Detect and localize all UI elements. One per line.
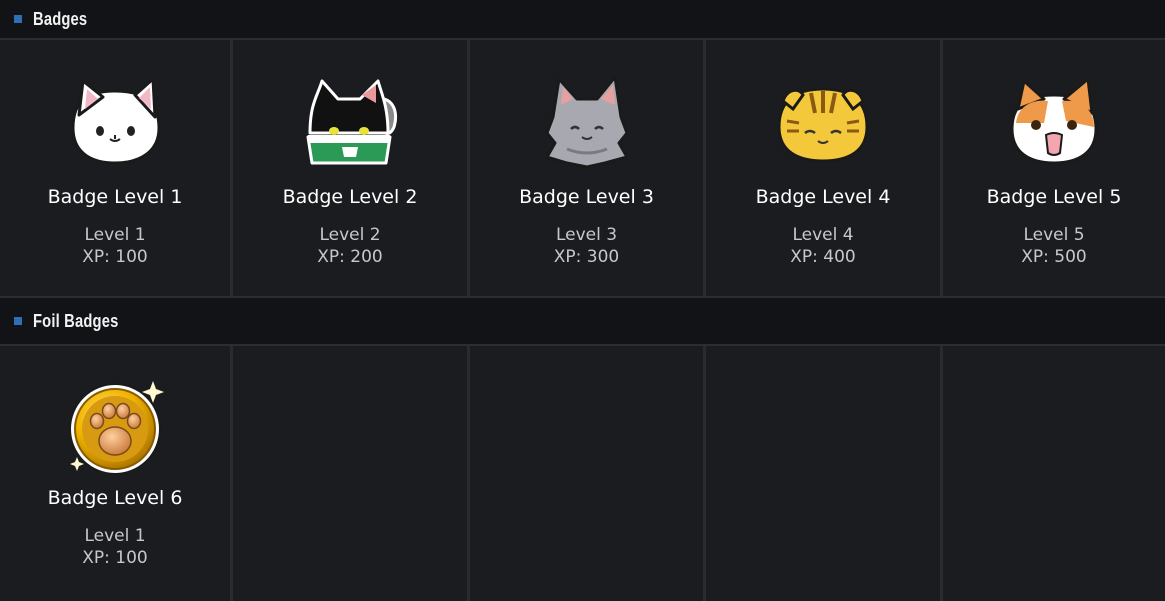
- foil-badges-grid: Badge Level 6 Level 1 XP: 100: [0, 346, 1165, 601]
- badge-xp: XP: 100: [82, 247, 148, 267]
- badge-level: Level 1: [84, 225, 146, 245]
- badge-level: Level 4: [792, 225, 854, 245]
- badges-grid: Badge Level 1 Level 1 XP: 100 Badge Leve…: [0, 40, 1165, 296]
- badge-name: Badge Level 3: [519, 186, 654, 208]
- gray-cat-icon: [537, 73, 637, 173]
- badge-name: Badge Level 2: [282, 186, 418, 208]
- badge-name: Badge Level 5: [986, 186, 1122, 208]
- badge-xp: XP: 100: [82, 548, 148, 568]
- badge-name: Badge Level 4: [755, 186, 891, 208]
- badge-level: Level 2: [319, 225, 381, 245]
- badge-xp: XP: 200: [317, 247, 383, 267]
- badge-level: Level 1: [84, 526, 146, 546]
- badge-card[interactable]: Badge Level 4 Level 4 XP: 400: [706, 40, 943, 296]
- section-bullet-icon: [14, 15, 22, 23]
- badge-level: Level 3: [555, 225, 618, 245]
- badge-card[interactable]: Badge Level 3 Level 3 XP: 300: [470, 40, 706, 296]
- badge-level: Level 5: [1023, 225, 1085, 245]
- badge-card[interactable]: Badge Level 2 Level 2 XP: 200: [233, 40, 470, 296]
- section-title: Foil Badges: [33, 310, 119, 331]
- badge-name: Badge Level 1: [47, 186, 183, 208]
- empty-badge-slot: [470, 346, 706, 601]
- badge-xp: XP: 400: [790, 247, 856, 267]
- white-cat-icon: [65, 73, 165, 173]
- badge-xp: XP: 300: [553, 247, 620, 267]
- empty-badge-slot: [233, 346, 470, 601]
- foil-badges-section-header: Foil Badges: [0, 296, 1165, 346]
- badge-card[interactable]: Badge Level 6 Level 1 XP: 100: [0, 346, 233, 601]
- badge-name: Badge Level 6: [47, 487, 183, 509]
- badge-card[interactable]: Badge Level 1 Level 1 XP: 100: [0, 40, 233, 296]
- black-cat-bowl-icon: [300, 73, 400, 173]
- section-title: Badges: [33, 8, 88, 29]
- badges-section-header: Badges: [0, 0, 1165, 40]
- gold-paw-coin-icon: [65, 375, 165, 475]
- section-bullet-icon: [14, 317, 22, 325]
- orange-cat-icon: [1004, 73, 1104, 173]
- empty-badge-slot: [943, 346, 1165, 601]
- badge-card[interactable]: Badge Level 5 Level 5 XP: 500: [943, 40, 1165, 296]
- badge-xp: XP: 500: [1021, 247, 1087, 267]
- yellow-tabby-cat-icon: [773, 73, 873, 173]
- empty-badge-slot: [706, 346, 943, 601]
